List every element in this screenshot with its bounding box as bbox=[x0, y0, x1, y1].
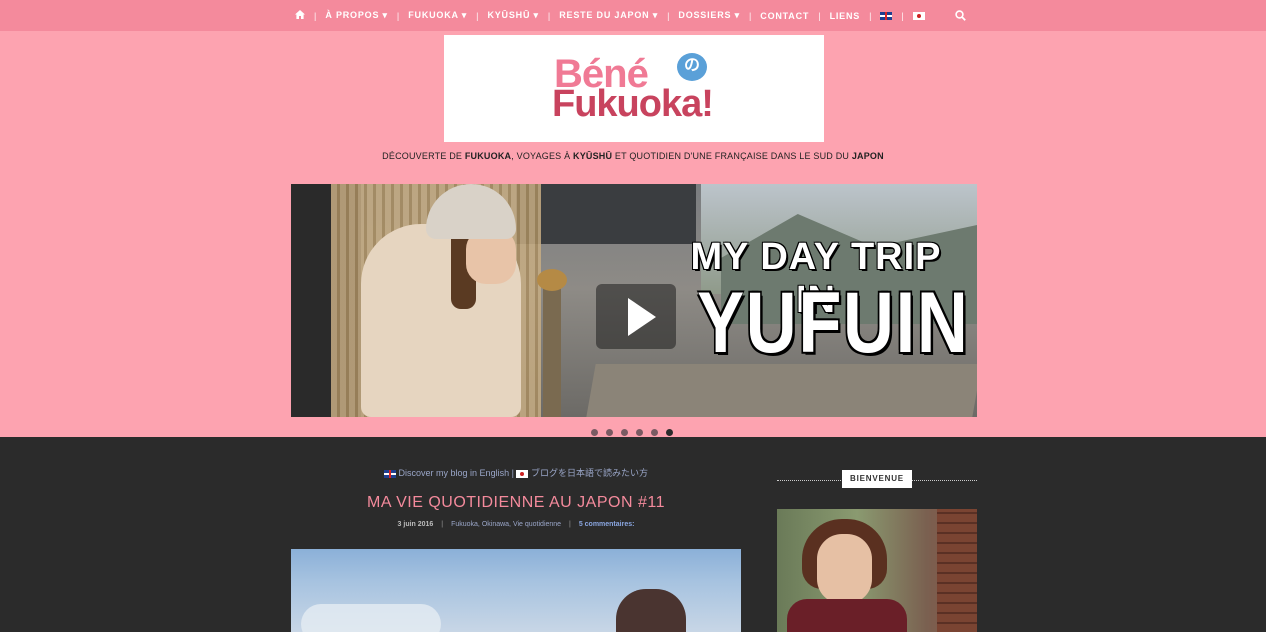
meta-separator: | bbox=[569, 521, 571, 528]
nav-item-liens[interactable]: LIENS bbox=[821, 11, 870, 21]
logo-line-2: Fukuoka! bbox=[552, 83, 714, 125]
search-icon[interactable] bbox=[955, 10, 966, 21]
photo-brick-wall bbox=[937, 509, 977, 632]
link-separator: | bbox=[511, 468, 514, 478]
image-cloud bbox=[301, 604, 441, 632]
site-tagline: Découverte de Fukuoka, voyages à Kyūshū … bbox=[382, 151, 884, 161]
slide-table bbox=[586, 364, 977, 417]
nav-separator: | bbox=[547, 10, 551, 21]
nav-item-contact[interactable]: CONTACT bbox=[751, 11, 818, 21]
nav-item-reste-du-japon[interactable]: RESTE DU JAPON ▾ bbox=[550, 10, 667, 21]
slider-dot[interactable] bbox=[606, 429, 613, 436]
slide-title-line-2: YUFUIN bbox=[697, 275, 970, 371]
nav-item-kyushu[interactable]: KYŪSHŪ ▾ bbox=[478, 10, 547, 21]
top-navigation-bar: | À PROPOS ▾ | FUKUOKA ▾ | KYŪSHŪ ▾ | RE… bbox=[0, 0, 1266, 31]
category-link[interactable]: Okinawa bbox=[482, 521, 509, 528]
slide-station bbox=[516, 184, 696, 244]
site-logo[interactable]: Béné の Fukuoka! bbox=[444, 35, 824, 142]
slider-dot[interactable] bbox=[591, 429, 598, 436]
uk-flag-icon bbox=[384, 468, 397, 478]
slide-post-top bbox=[537, 269, 567, 291]
nav-separator: | bbox=[818, 10, 821, 21]
slide-post bbox=[543, 274, 561, 417]
comments-link[interactable]: 5 commentaires: bbox=[579, 521, 635, 528]
category-link[interactable]: Fukuoka bbox=[451, 521, 478, 528]
nav-separator: | bbox=[748, 10, 752, 21]
nav-item-a-propos[interactable]: À PROPOS ▾ bbox=[316, 10, 397, 21]
photo-coat bbox=[787, 599, 907, 632]
japan-flag-icon bbox=[516, 468, 529, 478]
nav-separator: | bbox=[396, 10, 400, 21]
featured-video-slider[interactable]: MY DAY TRIP IN YUFUIN bbox=[291, 184, 977, 417]
nav-item-dossiers[interactable]: DOSSIERS ▾ bbox=[669, 10, 749, 21]
nav-separator: | bbox=[667, 10, 670, 21]
site-header: Béné の Fukuoka! Découverte de Fukuoka, v… bbox=[0, 31, 1266, 437]
english-blog-link[interactable]: Discover my blog in English bbox=[399, 468, 510, 478]
post-meta: 3 juin 2016 | Fukuoka, Okinawa, Vie quot… bbox=[397, 521, 635, 528]
speech-bubble-icon: の bbox=[677, 53, 707, 81]
home-icon[interactable] bbox=[286, 10, 314, 21]
nav-item-fukuoka[interactable]: FUKUOKA ▾ bbox=[399, 10, 476, 21]
post-title[interactable]: MA VIE QUOTIDIENNE AU JAPON #11 bbox=[291, 494, 741, 512]
category-link[interactable]: Vie quotidienne bbox=[513, 521, 561, 528]
slider-dot[interactable] bbox=[636, 429, 643, 436]
meta-separator: | bbox=[441, 521, 444, 528]
post-date: 3 juin 2016 bbox=[397, 521, 434, 528]
uk-flag-icon[interactable] bbox=[871, 11, 901, 21]
language-links: Discover my blog in English | ブログを日本語で読み… bbox=[291, 466, 741, 479]
japan-flag-icon[interactable] bbox=[904, 11, 934, 21]
nav-separator: | bbox=[314, 10, 317, 21]
nav-separator: | bbox=[901, 10, 904, 21]
slider-dot-active[interactable] bbox=[666, 429, 673, 436]
post-featured-image[interactable] bbox=[291, 549, 741, 632]
play-button-icon[interactable] bbox=[596, 284, 676, 349]
nav-menu: | À PROPOS ▾ | FUKUOKA ▾ | KYŪSHŪ ▾ | RE… bbox=[286, 0, 934, 31]
photo-face bbox=[817, 534, 872, 604]
widget-title: BIENVENUE bbox=[842, 470, 912, 488]
slider-dot[interactable] bbox=[651, 429, 658, 436]
nav-separator: | bbox=[869, 10, 872, 21]
sidebar-widget-header: BIENVENUE bbox=[777, 470, 977, 488]
slider-dot[interactable] bbox=[621, 429, 628, 436]
japanese-blog-link[interactable]: ブログを日本語で読みたい方 bbox=[531, 468, 648, 478]
slider-pagination bbox=[591, 429, 673, 436]
image-person bbox=[616, 589, 686, 632]
sidebar-profile-photo bbox=[777, 509, 977, 632]
nav-separator: | bbox=[476, 10, 479, 21]
